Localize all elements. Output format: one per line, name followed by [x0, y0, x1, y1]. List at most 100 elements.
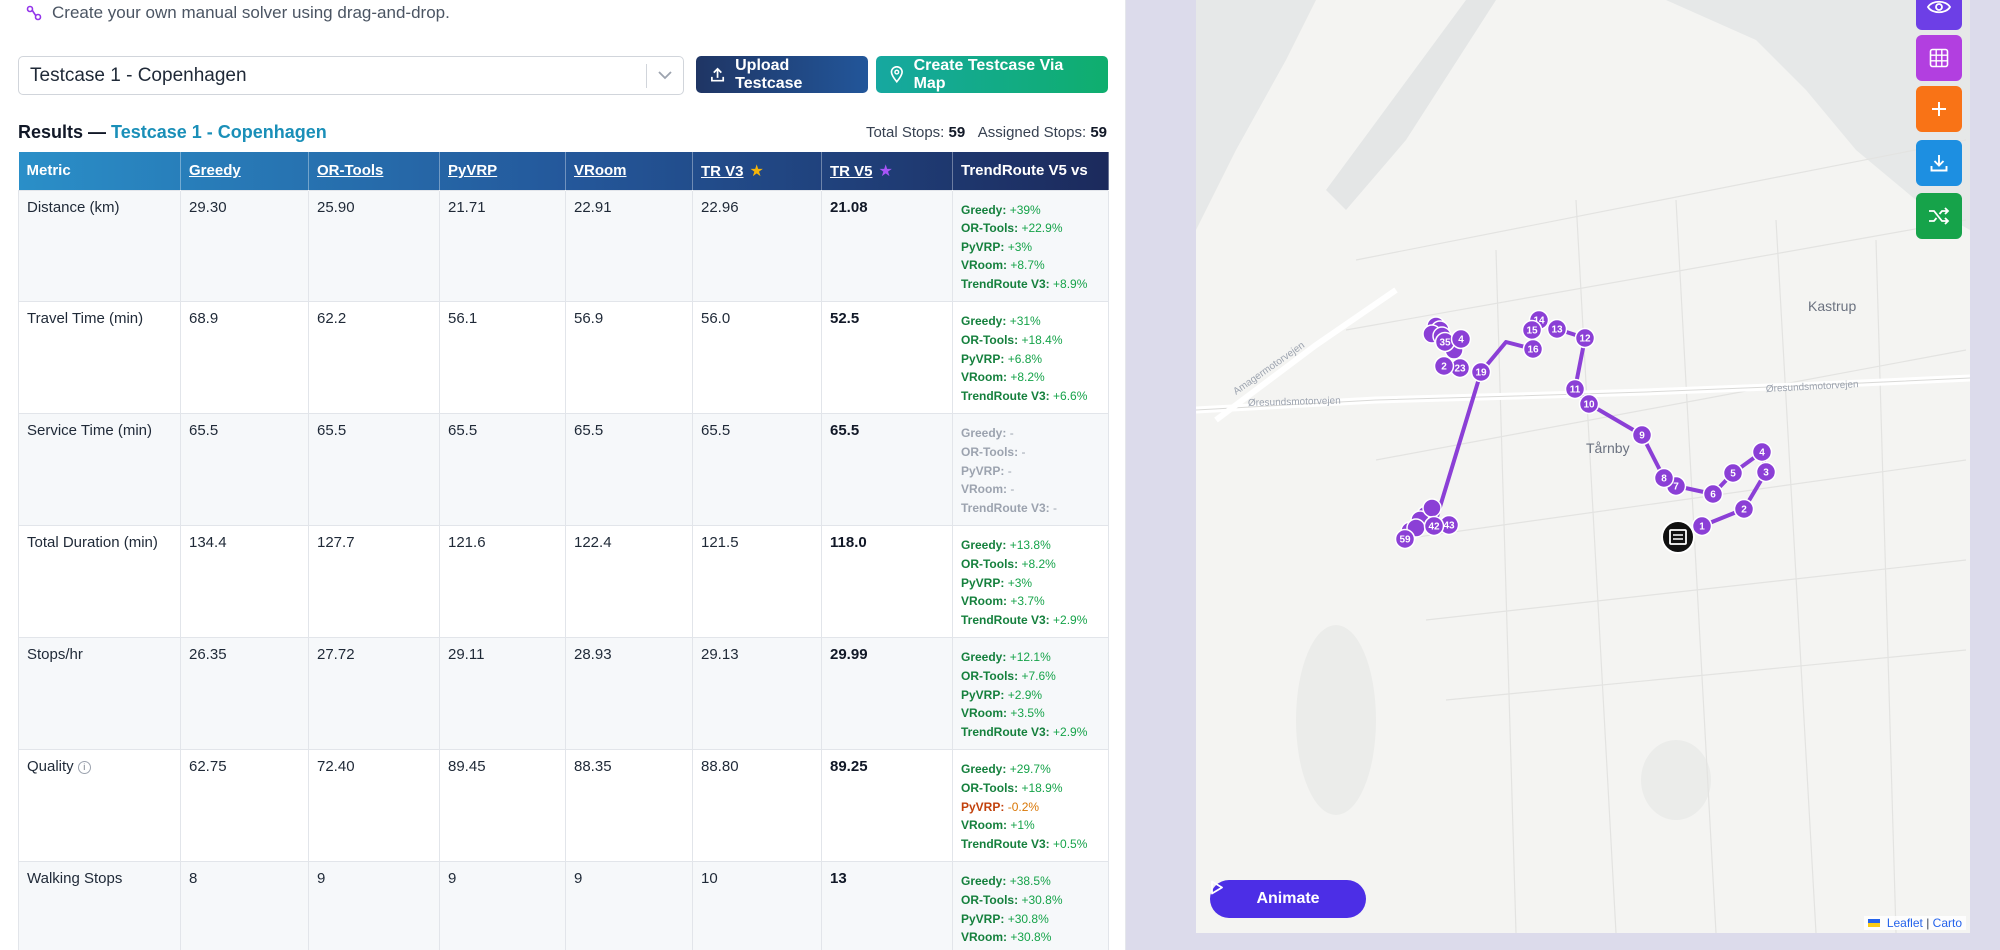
stop-marker[interactable]: 2	[1433, 355, 1455, 377]
leaflet-link[interactable]: Leaflet	[1887, 916, 1923, 930]
stop-number: 3	[1763, 468, 1769, 479]
comparison-line: PyVRP: -	[961, 463, 1012, 478]
header-pyvrp[interactable]: PyVRP	[439, 152, 566, 190]
comparison-line: OR-Tools: +30.8%	[961, 892, 1063, 907]
visibility-toggle-button[interactable]	[1916, 0, 1962, 30]
metric-value-cell: 72.40	[308, 749, 440, 863]
road-label: Øresundsmotorvejen	[1766, 379, 1859, 395]
stop-marker[interactable]: 1	[1691, 515, 1713, 537]
stop-number: 16	[1527, 345, 1539, 356]
metric-value-cell: 88.35	[565, 749, 693, 863]
download-button[interactable]	[1916, 140, 1962, 186]
comparison-line: PyVRP: +30.8%	[961, 911, 1049, 926]
stop-number: 9	[1639, 431, 1645, 442]
stop-marker[interactable]: 59	[1394, 528, 1416, 550]
metric-value-cell: 65.5	[692, 413, 822, 527]
info-icon[interactable]: i	[77, 761, 91, 775]
metric-value-cell: 121.6	[439, 525, 566, 639]
shuffle-button[interactable]	[1916, 193, 1962, 239]
comparison-line: OR-Tools: +22.9%	[961, 221, 1063, 236]
metric-value-cell: 121.5	[692, 525, 822, 639]
chevron-down-icon[interactable]	[647, 71, 683, 80]
table-row: Total Duration (min) 134.4 127.7 121.6 122.4…	[18, 525, 1109, 639]
stop-marker[interactable]: 5	[1722, 462, 1744, 484]
metric-value-cell: 25.90	[308, 189, 440, 303]
metric-value-cell: 21.71	[439, 189, 566, 303]
stop-marker[interactable]: 16	[1522, 338, 1544, 360]
stop-marker[interactable]: 11	[1564, 378, 1586, 400]
metric-value-cell: 27.72	[308, 637, 440, 751]
stop-marker[interactable]: 12	[1574, 327, 1596, 349]
star-icon: ★	[749, 162, 764, 180]
comparison-line: Greedy: +13.8%	[961, 538, 1051, 553]
stop-number: 59	[1399, 535, 1411, 546]
comparison-line: Greedy: -	[961, 426, 1014, 441]
stop-number: 42	[1428, 522, 1440, 533]
comparison-line: Greedy: +31%	[961, 314, 1041, 329]
comparison-line: TrendRoute V3: +8.9%	[961, 276, 1088, 291]
water-harbor	[1196, 0, 1316, 230]
comparison-line: VRoom: +1%	[961, 818, 1035, 833]
comparison-line: Greedy: +12.1%	[961, 650, 1051, 665]
add-button[interactable]	[1916, 86, 1962, 132]
stop-number: 19	[1475, 368, 1487, 379]
stop-marker[interactable]: 2	[1733, 498, 1755, 520]
metric-value-cell: 62.2	[308, 301, 440, 415]
road-label: Øresundsmotorvejen	[1248, 396, 1341, 409]
comparison-line: VRoom: +3.5%	[961, 706, 1045, 721]
results-title: Results — Testcase 1 - Copenhagen	[18, 122, 327, 142]
header-tr-v5[interactable]: TR V5 ★	[821, 152, 953, 190]
depot-marker[interactable]	[1661, 520, 1695, 554]
metrics-table: Metric Greedy OR-Tools PyVRP VRoom TR V3…	[18, 152, 1109, 950]
table-row: Service Time (min) 65.5 65.5 65.5 65.5 65.5 65…	[18, 413, 1109, 527]
header-vroom[interactable]: VRoom	[565, 152, 693, 190]
stop-marker[interactable]: 3	[1755, 461, 1777, 483]
road-label: Amagermotorvejen	[1231, 340, 1307, 397]
comparison-line: PyVRP: +3%	[961, 239, 1033, 254]
header-greedy[interactable]: Greedy	[180, 152, 309, 190]
map-pin-icon	[890, 66, 903, 83]
stop-number: 2	[1441, 362, 1447, 373]
testcase-select[interactable]: Testcase 1 - Copenhagen	[18, 56, 684, 95]
upload-testcase-label: Upload Testcase	[735, 56, 803, 92]
stop-marker[interactable]: 15	[1521, 319, 1543, 341]
header-metric: Metric	[18, 152, 181, 190]
stop-marker[interactable]: 42	[1423, 515, 1445, 537]
star-icon: ★	[878, 162, 893, 180]
route-map[interactable]: Kastrup Tårnby Øresundsmotorvejen Øresun…	[1196, 0, 1970, 933]
metric-value-cell: 28.93	[565, 637, 693, 751]
grid-view-button[interactable]	[1916, 35, 1962, 81]
comparison-line: OR-Tools: +18.9%	[961, 780, 1063, 795]
stop-marker[interactable]: 4	[1751, 441, 1773, 463]
water-inlet	[1326, 0, 1496, 210]
metric-value-cell: 13	[821, 861, 953, 950]
stop-marker[interactable]: 9	[1631, 424, 1653, 446]
place-label-tarnby: Tårnby	[1586, 440, 1630, 456]
stop-number: 1	[1699, 522, 1705, 533]
stop-marker-cluster[interactable]	[1422, 498, 1442, 518]
metric-value-cell: 22.91	[565, 189, 693, 303]
map-canvas[interactable]: Kastrup Tårnby Øresundsmotorvejen Øresun…	[1196, 0, 1970, 933]
plus-icon	[1932, 102, 1946, 116]
header-tr-v3[interactable]: TR V3 ★	[692, 152, 822, 190]
comparison-line: OR-Tools: +18.4%	[961, 333, 1063, 348]
metric-value-cell: 88.80	[692, 749, 822, 863]
carto-link[interactable]: Carto	[1933, 916, 1962, 930]
create-testcase-via-map-button[interactable]: Create Testcase Via Map	[876, 56, 1108, 93]
header-or-tools[interactable]: OR-Tools	[308, 152, 440, 190]
comparison-line: TrendRoute V3: +0.5%	[961, 836, 1088, 851]
stop-marker[interactable]: 8	[1653, 467, 1675, 489]
metric-value-cell: 9	[308, 861, 440, 950]
stop-marker[interactable]: 13	[1546, 318, 1568, 340]
metric-value-cell: 68.9	[180, 301, 309, 415]
table-row: Walking Stops 8 9 9 9 10 13 Greedy: +38.5% OR-To…	[18, 861, 1109, 950]
results-testcase-name: Testcase 1 - Copenhagen	[111, 122, 327, 142]
animate-button[interactable]: Animate	[1210, 880, 1366, 918]
stop-marker[interactable]: 4	[1450, 328, 1472, 350]
stop-marker[interactable]: 10	[1578, 393, 1600, 415]
comparison-line: Greedy: +39%	[961, 202, 1041, 217]
stop-marker[interactable]: 6	[1702, 483, 1724, 505]
stop-marker[interactable]: 19	[1470, 361, 1492, 383]
metric-value-cell: 29.13	[692, 637, 822, 751]
upload-testcase-button[interactable]: Upload Testcase	[696, 56, 868, 93]
